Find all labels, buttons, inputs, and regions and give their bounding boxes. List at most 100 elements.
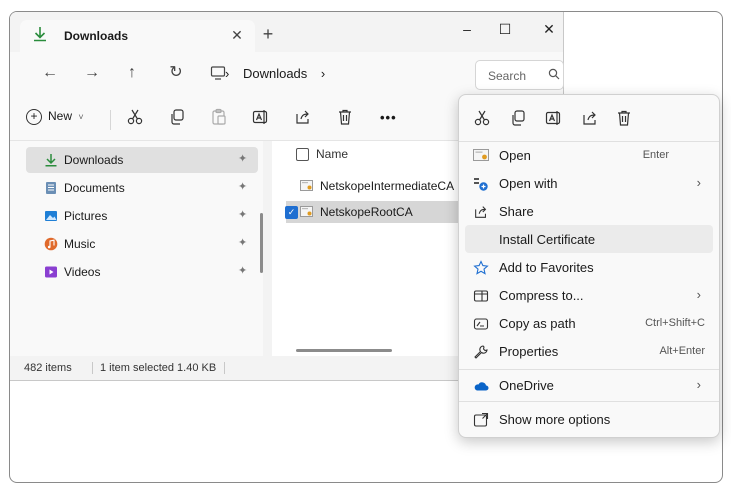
share-icon[interactable] (581, 109, 601, 129)
address-bar: ← → ↑ ↻ › Downloads › Search (10, 52, 564, 96)
search-icon (548, 68, 562, 82)
navigation-pane: Downloads ✦ Documents ✦ Pictures ✦ Music… (10, 141, 263, 356)
sidebar-item-label: Documents (64, 181, 125, 195)
tab-title: Downloads (64, 29, 129, 43)
wrench-icon (473, 344, 489, 360)
breadcrumb-downloads[interactable]: Downloads (243, 66, 307, 81)
rename-icon[interactable] (252, 108, 274, 130)
menu-item-open[interactable]: Open Enter (465, 141, 713, 169)
menu-item-label: Install Certificate (499, 232, 596, 247)
music-icon (44, 237, 58, 251)
chevron-right-icon: › (696, 175, 701, 190)
share-icon (473, 204, 489, 220)
breadcrumb-separator: › (225, 66, 230, 81)
menu-item-label: Add to Favorites (499, 260, 594, 275)
more-options-button[interactable]: ••• (380, 110, 402, 132)
nav-pane-scrollbar[interactable] (260, 213, 263, 273)
sidebar-item-videos[interactable]: Videos ✦ (26, 259, 258, 285)
menu-item-install-certificate[interactable]: Install Certificate (465, 225, 713, 253)
sidebar-item-label: Pictures (64, 209, 108, 223)
copy-icon[interactable] (509, 109, 529, 129)
menu-item-show-more-options[interactable]: Show more options (465, 405, 713, 433)
new-button[interactable]: + New ˅ (26, 109, 84, 129)
new-tab-button[interactable]: + (260, 25, 276, 43)
pin-icon: ✦ (238, 265, 248, 277)
compress-icon (473, 288, 489, 304)
back-button[interactable]: ← (40, 63, 60, 83)
item-count: 482 items (24, 362, 72, 374)
sidebar-item-pictures[interactable]: Pictures ✦ (26, 203, 258, 229)
breadcrumb-chevron[interactable]: › (321, 66, 325, 81)
plus-icon: + (26, 109, 42, 125)
horizontal-scrollbar[interactable] (296, 349, 392, 352)
menu-item-label: Open (499, 148, 531, 163)
chevron-down-icon: ˅ (78, 112, 84, 123)
onedrive-cloud-icon (473, 378, 489, 394)
forward-button[interactable]: → (82, 63, 102, 83)
menu-item-open-with[interactable]: Open with › (465, 169, 713, 197)
menu-item-copy-as-path[interactable]: Copy as path Ctrl+Shift+C (465, 309, 713, 337)
share-icon[interactable] (294, 108, 316, 130)
file-name: NetskopeIntermediateCA (320, 179, 455, 193)
sidebar-item-label: Videos (64, 265, 101, 279)
menu-item-share[interactable]: Share (465, 197, 713, 225)
up-button[interactable]: ↑ (122, 63, 142, 83)
toolbar-divider (110, 110, 111, 130)
menu-separator (459, 401, 719, 402)
menu-shortcut: Alt+Enter (659, 345, 705, 357)
star-icon (473, 260, 489, 276)
new-label: New (48, 109, 73, 124)
search-box[interactable]: Search (475, 60, 564, 90)
menu-item-properties[interactable]: Properties Alt+Enter (465, 337, 713, 365)
tab-close-button[interactable]: ✕ (228, 26, 246, 44)
documents-icon (44, 181, 58, 195)
maximize-button[interactable]: ☐ (490, 17, 520, 41)
certificate-icon (300, 206, 313, 217)
rename-icon[interactable] (545, 109, 565, 129)
select-all-checkbox[interactable] (296, 148, 309, 161)
delete-icon[interactable] (336, 108, 358, 130)
search-input[interactable]: Search (488, 69, 526, 83)
menu-item-add-to-favorites[interactable]: Add to Favorites (465, 253, 713, 281)
cut-icon[interactable] (126, 108, 148, 130)
sidebar-item-music[interactable]: Music ✦ (26, 231, 258, 257)
certificate-icon (473, 148, 489, 164)
window-close-button[interactable]: ✕ (534, 17, 564, 41)
minimize-button[interactable]: – (452, 17, 482, 41)
tab-downloads[interactable]: Downloads ✕ (20, 20, 255, 52)
refresh-button[interactable]: ↻ (166, 63, 186, 83)
sidebar-item-label: Downloads (64, 153, 124, 167)
sidebar-item-downloads[interactable]: Downloads ✦ (26, 147, 258, 173)
show-more-icon (473, 412, 489, 428)
sidebar-item-documents[interactable]: Documents ✦ (26, 175, 258, 201)
menu-shortcut: Ctrl+Shift+C (645, 317, 705, 329)
pictures-icon (44, 209, 58, 223)
menu-item-label: OneDrive (499, 378, 554, 393)
menu-item-label: Share (499, 204, 534, 219)
breadcrumb: › Downloads › (225, 66, 335, 81)
file-name: NetskopeRootCA (320, 205, 413, 219)
certificate-icon (300, 180, 313, 191)
videos-icon (44, 265, 58, 279)
path-icon (473, 316, 489, 332)
menu-item-label: Compress to... (499, 288, 584, 303)
menu-item-label: Open with (499, 176, 558, 191)
chevron-right-icon: › (696, 377, 701, 392)
delete-icon[interactable] (615, 109, 635, 129)
pin-icon: ✦ (238, 181, 248, 193)
open-with-icon (473, 176, 489, 192)
column-header-name[interactable]: Name (316, 147, 348, 161)
status-divider (92, 362, 93, 374)
menu-item-compress-to[interactable]: Compress to... › (465, 281, 713, 309)
menu-item-label: Properties (499, 344, 559, 359)
status-divider (224, 362, 225, 374)
paste-icon[interactable] (210, 108, 232, 130)
cut-icon[interactable] (473, 109, 493, 129)
row-checkbox[interactable]: ✓ (285, 206, 298, 219)
menu-item-onedrive[interactable]: OneDrive › (465, 371, 713, 399)
copy-icon[interactable] (168, 108, 190, 130)
chevron-right-icon: › (696, 287, 701, 302)
context-menu: Open Enter Open with › Share Install Cer… (458, 94, 720, 438)
sidebar-item-label: Music (64, 237, 96, 251)
selection-info: 1 item selected 1.40 KB (100, 362, 217, 374)
